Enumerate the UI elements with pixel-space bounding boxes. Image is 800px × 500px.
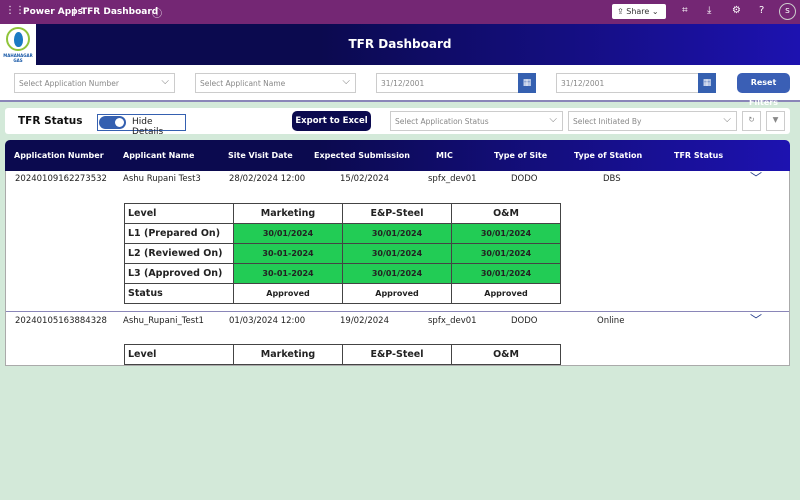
applicant-name-dropdown[interactable]: Select Applicant Name ⌵	[195, 73, 356, 93]
approval-table: Level Marketing E&P-Steel O&M L1 (Prepared …	[124, 203, 561, 304]
column-header: Applicant Name	[123, 151, 195, 160]
cell: L1 (Prepared On)	[124, 223, 234, 244]
cell: Marketing	[233, 203, 343, 224]
cell: 30/01/2024	[342, 223, 452, 244]
chevron-down-icon[interactable]: ﹀	[750, 311, 762, 328]
cell: 30/01/2024	[342, 243, 452, 264]
refresh-icon: ↻	[748, 115, 755, 124]
chevron-down-icon[interactable]: ﹀	[750, 171, 762, 186]
cell: Approved	[233, 283, 343, 304]
cell: Marketing	[233, 344, 343, 365]
column-header: TFR Status	[674, 151, 724, 160]
type-of-station: Online	[597, 316, 625, 326]
filter-icon: ▼	[772, 115, 779, 124]
date-to-picker[interactable]: 31/12/2001 ▦	[556, 73, 716, 93]
reset-filters-button[interactable]: Reset Filters	[737, 73, 790, 107]
expected-submission: 19/02/2024	[340, 316, 389, 326]
chevron-down-icon: ⌵	[723, 114, 731, 125]
column-header: Site Visit Date	[228, 151, 293, 160]
applicant-name: Ashu_Rupani_Test1	[123, 316, 204, 326]
cell: E&P-Steel	[342, 203, 452, 224]
placeholder: Select Applicant Name	[200, 79, 286, 88]
cell: 30/01/2024	[233, 223, 343, 244]
download-icon[interactable]: ⤓	[707, 5, 711, 16]
cell: E&P-Steel	[342, 344, 452, 365]
type-of-site: DODO	[511, 174, 538, 184]
cell: 30/01/2024	[342, 263, 452, 284]
status-panel: TFR Status Hide Details Export to Excel …	[5, 108, 790, 137]
cell: 30/01/2024	[451, 263, 561, 284]
type-of-site: DODO	[511, 316, 538, 326]
share-label: Share	[626, 7, 650, 16]
separator: |	[73, 7, 77, 17]
top-bar: ⋮⋮ Power Apps | TFR Dashboard ⓘ ⇪ Share …	[0, 0, 800, 24]
cell: 30/01/2024	[451, 243, 561, 264]
avatar[interactable]: s	[779, 3, 796, 20]
fit-screen-icon[interactable]: ⌗	[682, 5, 688, 16]
section-title: TFR Status	[18, 115, 83, 127]
site-visit-date: 28/02/2024 12:00	[229, 174, 306, 184]
date-value: 31/12/2001	[561, 79, 605, 88]
type-of-station: DBS	[603, 174, 621, 184]
applicant-name: Ashu Rupani Test3	[123, 174, 201, 184]
cell: Level	[124, 344, 234, 365]
hide-details-toggle[interactable]: Hide Details	[97, 114, 186, 137]
approval-table: Level Marketing E&P-Steel O&M	[124, 344, 561, 365]
column-header: Type of Site	[494, 151, 548, 160]
app-launcher-icon[interactable]: ⋮⋮	[5, 5, 25, 16]
placeholder: Select Application Status	[395, 117, 489, 126]
cell: Approved	[451, 283, 561, 304]
mic: spfx_dev01	[428, 316, 477, 326]
mic: spfx_dev01	[428, 174, 477, 184]
application-number: 20240105163884328	[15, 316, 107, 326]
column-header: Application Number	[14, 151, 104, 160]
info-icon[interactable]: ⓘ	[152, 5, 162, 20]
table-header: Application Number Applicant Name Site V…	[5, 140, 790, 171]
filter-bar: Select Application Number ⌵ Select Applic…	[0, 65, 800, 107]
application-number: 20240109162273532	[15, 174, 107, 184]
cell: 30-01-2024	[233, 263, 343, 284]
date-from-picker[interactable]: 31/12/2001 ▦	[376, 73, 536, 93]
cell: Approved	[342, 283, 452, 304]
chevron-down-icon: ⌵	[549, 114, 557, 125]
chevron-down-icon: ⌵	[161, 76, 169, 87]
clear-filter-button[interactable]: ▼	[766, 111, 785, 131]
cell: 30-01-2024	[233, 243, 343, 264]
date-value: 31/12/2001	[381, 79, 425, 88]
site-visit-date: 01/03/2024 12:00	[229, 316, 306, 326]
column-header: MIC	[436, 151, 453, 160]
share-button[interactable]: ⇪ Share ⌄	[612, 4, 666, 19]
placeholder: Select Application Number	[19, 79, 119, 88]
chevron-down-icon: ⌵	[342, 76, 350, 87]
cell: 30/01/2024	[451, 223, 561, 244]
initiated-by-dropdown[interactable]: Select Initiated By ⌵	[568, 111, 737, 131]
settings-icon[interactable]: ⚙	[732, 5, 741, 16]
placeholder: Select Initiated By	[573, 117, 642, 126]
calendar-icon[interactable]: ▦	[698, 73, 716, 93]
cell: Status	[124, 283, 234, 304]
cell: O&M	[451, 344, 561, 365]
cell: O&M	[451, 203, 561, 224]
table-row[interactable]: 20240109162273532 Ashu Rupani Test3 28/0…	[6, 171, 789, 312]
share-icon: ⇪	[617, 7, 624, 16]
page-title: TFR Dashboard	[348, 37, 452, 51]
application-status-dropdown[interactable]: Select Application Status ⌵	[390, 111, 563, 131]
cell: Level	[124, 203, 234, 224]
page-name: TFR Dashboard	[81, 7, 159, 17]
column-header: Expected Submission	[314, 151, 410, 160]
calendar-icon[interactable]: ▦	[518, 73, 536, 93]
column-header: Type of Station	[574, 151, 643, 160]
refresh-button[interactable]: ↻	[742, 111, 761, 131]
records-list: 20240109162273532 Ashu Rupani Test3 28/0…	[5, 171, 790, 366]
cell: L2 (Reviewed On)	[124, 243, 234, 264]
expected-submission: 15/02/2024	[340, 174, 389, 184]
toggle-label: Hide Details	[132, 117, 164, 137]
export-to-excel-button[interactable]: Export to Excel	[292, 111, 371, 131]
table-row[interactable]: 20240105163884328 Ashu_Rupani_Test1 01/0…	[6, 311, 789, 365]
application-number-dropdown[interactable]: Select Application Number ⌵	[14, 73, 175, 93]
help-icon[interactable]: ?	[759, 5, 764, 16]
cell: L3 (Approved On)	[124, 263, 234, 284]
